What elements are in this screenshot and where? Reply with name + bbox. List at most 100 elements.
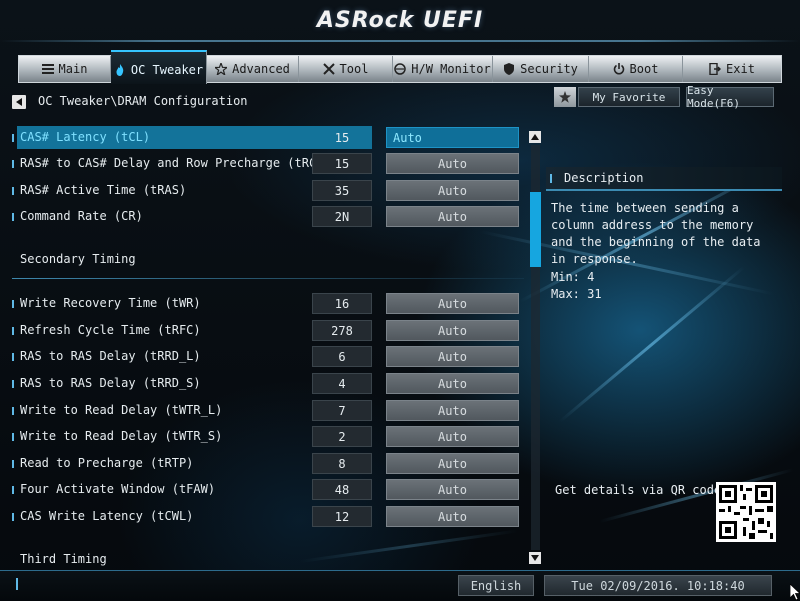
scroll-up-button[interactable] (529, 131, 541, 143)
setting-row-tcwl[interactable]: CAS Write Latency (tCWL) 12 Auto (12, 505, 524, 529)
min-value: Min: 4 (551, 270, 595, 284)
setting-value-select[interactable]: Auto (386, 153, 519, 174)
breadcrumb: OC Tweaker\DRAM Configuration (38, 94, 248, 108)
setting-label: CAS Write Latency (tCWL) (20, 509, 194, 523)
my-favorite-button[interactable]: My Favorite (578, 87, 680, 107)
setting-value-select[interactable]: Auto (386, 206, 519, 227)
section-secondary-timing: Secondary Timing (20, 252, 136, 266)
current-value: 7 (312, 400, 372, 421)
row-marker (12, 134, 14, 142)
tab-label: Main (58, 62, 88, 76)
tab-label: Tool (339, 62, 369, 76)
tab-label: Exit (726, 62, 755, 76)
current-value: 2N (312, 206, 372, 227)
language-selector[interactable]: English (458, 575, 534, 596)
favorite-star-button[interactable] (554, 87, 576, 107)
current-value: 35 (312, 180, 372, 201)
row-marker (12, 213, 14, 221)
tab-boot[interactable]: Boot (589, 56, 683, 82)
scroll-down-button[interactable] (529, 552, 541, 564)
star-icon (215, 63, 228, 75)
setting-row-tfaw[interactable]: Four Activate Window (tFAW) 48 Auto (12, 478, 524, 502)
setting-label: RAS# to CAS# Delay and Row Precharge (tR… (20, 156, 353, 170)
tab-exit[interactable]: Exit (683, 56, 781, 82)
easy-mode-button[interactable]: Easy Mode(F6) (686, 84, 774, 110)
setting-row-tcl[interactable]: CAS# Latency (tCL) 15 Auto (12, 126, 524, 150)
shield-icon (504, 63, 515, 75)
current-value: 48 (312, 479, 372, 500)
setting-row-trfc[interactable]: Refresh Cycle Time (tRFC) 278 Auto (12, 319, 524, 343)
setting-value-select[interactable]: Auto (386, 426, 519, 447)
section-divider (12, 278, 524, 279)
row-marker (12, 187, 14, 195)
row-marker (12, 407, 14, 415)
setting-row-trrd-l[interactable]: RAS to RAS Delay (tRRD_L) 6 Auto (12, 345, 524, 369)
setting-value-select[interactable]: Auto (386, 293, 519, 314)
setting-value-select[interactable]: Auto (386, 400, 519, 421)
tab-label: Security (520, 62, 578, 76)
list-icon (41, 64, 54, 74)
row-marker (12, 433, 14, 441)
setting-label: RAS to RAS Delay (tRRD_L) (20, 349, 201, 363)
current-value: 15 (312, 153, 372, 174)
current-value: 12 (312, 506, 372, 527)
tab-hw-monitor[interactable]: H/W Monitor (393, 56, 493, 82)
setting-label: Write Recovery Time (tWR) (20, 296, 201, 310)
tab-security[interactable]: Security (493, 56, 589, 82)
setting-row-trtp[interactable]: Read to Precharge (tRTP) 8 Auto (12, 452, 524, 476)
row-marker (12, 327, 14, 335)
brand-logo: ASRock UEFI (316, 8, 484, 33)
setting-value-select[interactable]: Auto (386, 373, 519, 394)
setting-label: RAS to RAS Delay (tRRD_S) (20, 376, 201, 390)
tab-label: H/W Monitor (411, 62, 491, 76)
tab-oc-tweaker[interactable]: OC Tweaker (111, 50, 207, 84)
row-marker (12, 460, 14, 468)
setting-row-tras[interactable]: RAS# Active Time (tRAS) 35 Auto (12, 179, 524, 203)
datetime-display: Tue 02/09/2016. 10:18:40 (544, 575, 772, 596)
setting-row-twtr-s[interactable]: Write to Read Delay (tWTR_S) 2 Auto (12, 425, 524, 449)
setting-row-twtr-l[interactable]: Write to Read Delay (tWTR_L) 7 Auto (12, 399, 524, 423)
back-arrow-icon (16, 98, 22, 106)
setting-value-select[interactable]: Auto (386, 479, 519, 500)
setting-value-select[interactable]: Auto (386, 453, 519, 474)
description-header: Description (546, 167, 782, 191)
setting-label: Command Rate (CR) (20, 209, 143, 223)
description-text: The time between sending a column addres… (551, 201, 761, 266)
section-third-timing: Third Timing (20, 552, 107, 566)
row-marker (12, 160, 14, 168)
setting-value-select[interactable]: Auto (386, 346, 519, 367)
row-marker (550, 174, 552, 183)
setting-label: CAS# Latency (tCL) (20, 130, 151, 144)
current-value: 6 (312, 346, 372, 367)
setting-value-select[interactable]: Auto (386, 320, 519, 341)
back-button[interactable] (12, 95, 26, 109)
tools-icon (322, 63, 335, 75)
row-marker (12, 513, 14, 521)
setting-row-twr[interactable]: Write Recovery Time (tWR) 16 Auto (12, 292, 524, 316)
setting-value-select[interactable]: Auto (386, 127, 519, 148)
current-value: 15 (334, 130, 350, 145)
tab-advanced[interactable]: Advanced (207, 56, 299, 82)
star-icon (559, 91, 571, 103)
setting-row-trcdtrp[interactable]: RAS# to CAS# Delay and Row Precharge (tR… (12, 152, 524, 176)
description-title: Description (564, 171, 644, 185)
setting-value-select[interactable]: Auto (386, 180, 519, 201)
setting-row-cr[interactable]: Command Rate (CR) 2N Auto (12, 205, 524, 229)
status-marker (16, 578, 18, 590)
tab-tool[interactable]: Tool (299, 56, 393, 82)
header-divider (0, 40, 800, 42)
setting-row-trrd-s[interactable]: RAS to RAS Delay (tRRD_S) 4 Auto (12, 372, 524, 396)
current-value: 8 (312, 453, 372, 474)
setting-label: Refresh Cycle Time (tRFC) (20, 323, 201, 337)
tab-label: Advanced (232, 62, 290, 76)
setting-label: Write to Read Delay (tWTR_L) (20, 403, 223, 417)
current-value: 2 (312, 426, 372, 447)
scrollbar-thumb[interactable] (530, 192, 541, 267)
description-range: Min: 4 Max: 31 (551, 269, 602, 303)
qr-code (716, 482, 776, 542)
tab-label: OC Tweaker (130, 63, 204, 77)
qr-label: Get details via QR code (555, 483, 722, 497)
setting-label: Read to Precharge (tRTP) (20, 456, 194, 470)
setting-value-select[interactable]: Auto (386, 506, 519, 527)
tab-main[interactable]: Main (19, 56, 111, 82)
